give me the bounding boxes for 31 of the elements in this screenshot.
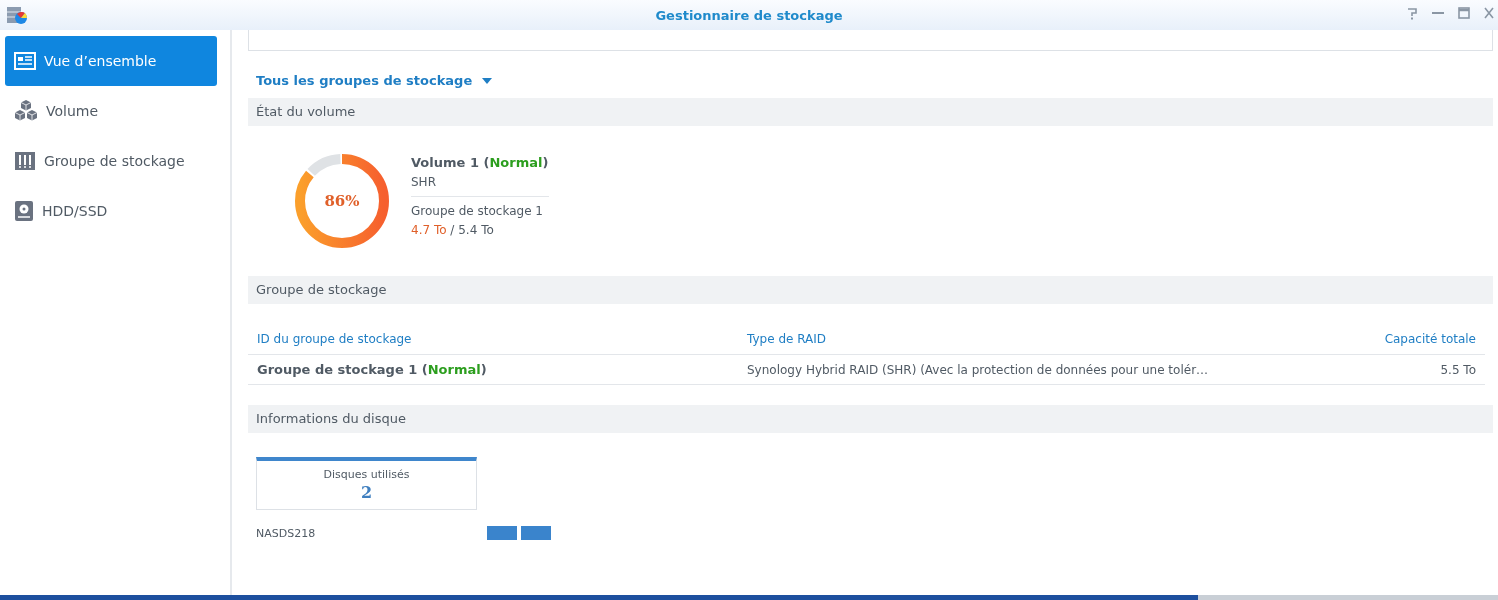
card-label: Disques utilisés	[323, 468, 410, 481]
volume-type: SHR	[411, 175, 437, 189]
maximize-icon[interactable]	[1458, 6, 1470, 20]
section-header: État du volume	[248, 98, 1493, 126]
sidebar-item[interactable]: HDD/SSD	[5, 186, 217, 236]
section-header: Informations du disque	[248, 405, 1493, 433]
table-cell: Groupe de stockage 1 (Normal)	[248, 354, 738, 385]
sidebar-item[interactable]: Volume	[5, 86, 217, 136]
caret-icon	[482, 77, 493, 84]
table-cell: 5.5 To	[1346, 354, 1485, 385]
pool-name: Groupe de stockage 1	[411, 204, 544, 218]
volume-capacity: 4.7 To / 5.4 To	[411, 223, 495, 237]
window-title: Gestionnaire de stockage	[655, 7, 843, 23]
app-icon	[6, 5, 28, 25]
filter-dropdown[interactable]: Tous les groupes de stockage	[256, 73, 493, 88]
column-header: ID du groupe de stockage	[248, 324, 738, 355]
sidebar-item[interactable]: Vue d’ensemble	[5, 36, 217, 86]
usage-percent: 86%	[324, 192, 360, 210]
sidebar-item[interactable]: Groupe de stockage	[5, 136, 217, 186]
column-header: Type de RAID	[738, 324, 1347, 355]
section-header: Groupe de stockage	[248, 276, 1493, 304]
table-cell: Synology Hybrid RAID (SHR) (Avec la protection de données pour une tolér…	[738, 354, 1347, 385]
id-card-icon	[14, 52, 36, 70]
cubes-icon	[14, 100, 38, 122]
close-icon[interactable]	[1484, 6, 1494, 20]
column-header: Capacité totale	[1346, 324, 1485, 355]
storage-rack-icon	[14, 151, 36, 171]
disk-count: 2	[360, 483, 373, 502]
help-icon[interactable]	[1406, 6, 1418, 20]
device-name: NASDS218	[256, 526, 317, 540]
volume-name: Volume 1 (Normal)	[411, 155, 549, 170]
